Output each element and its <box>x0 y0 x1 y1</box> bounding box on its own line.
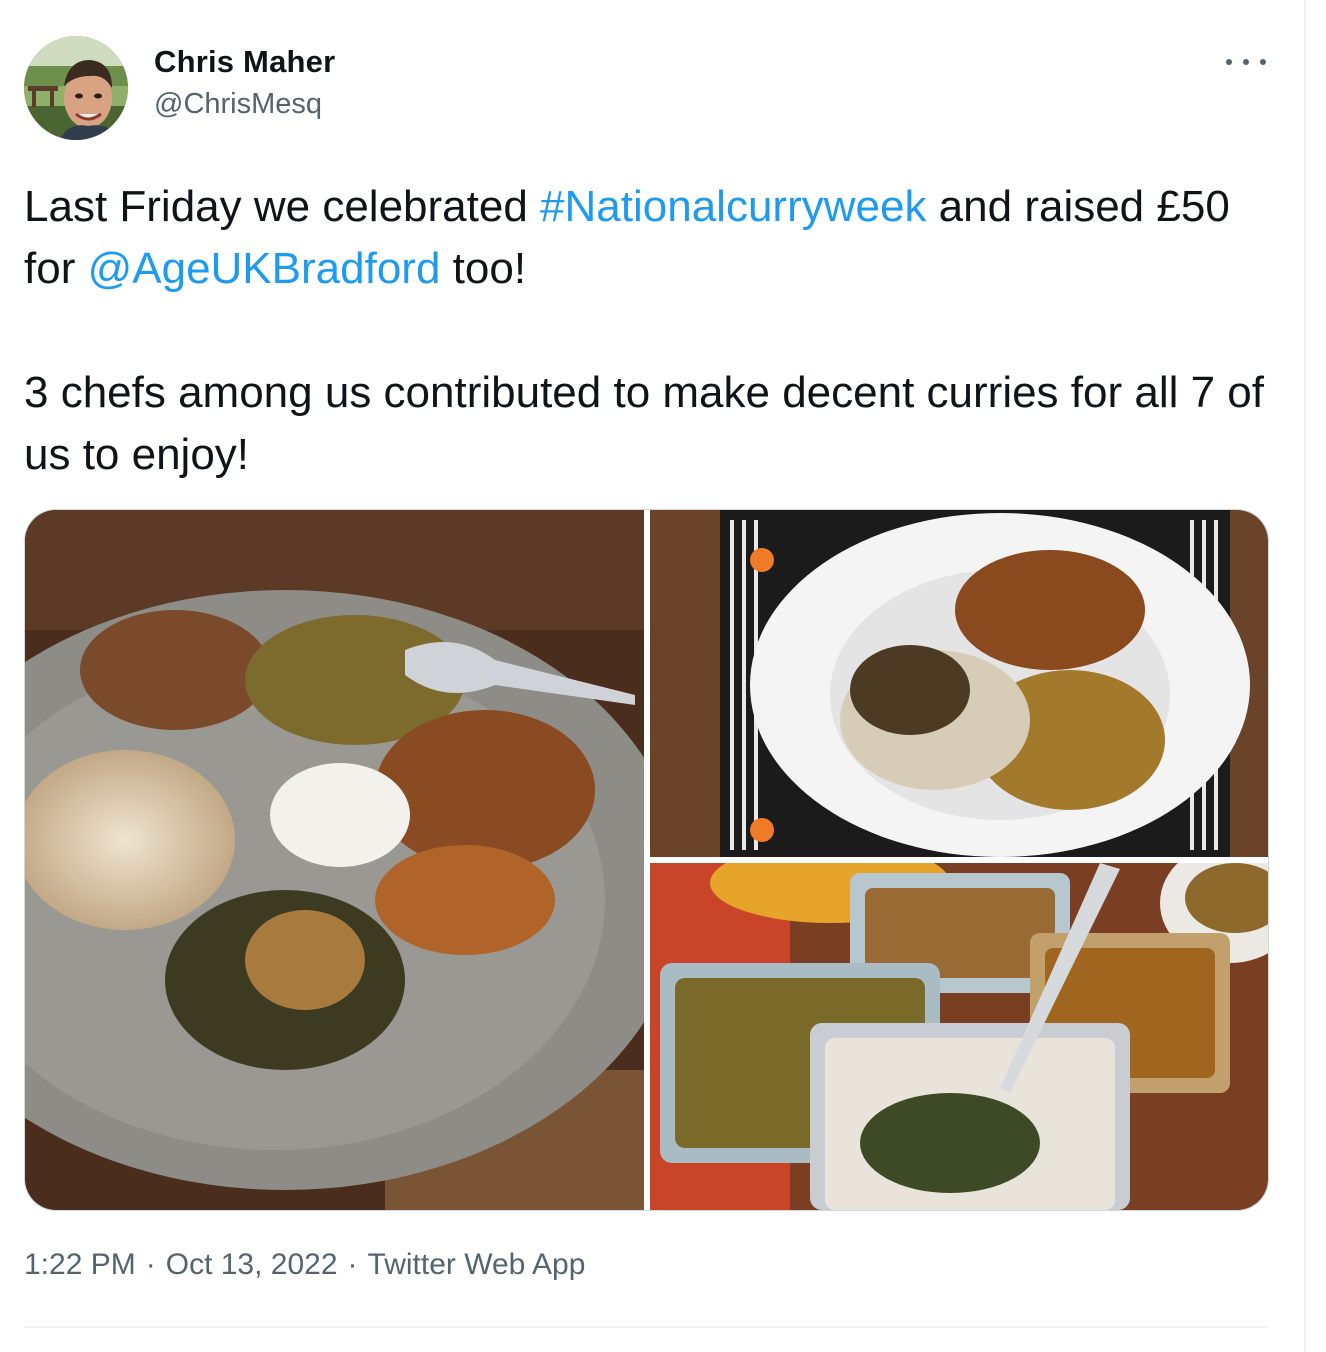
curry-bowl-image <box>650 510 1268 857</box>
tweet-time[interactable]: 1:22 PM <box>24 1248 136 1281</box>
more-dot <box>1243 59 1249 65</box>
more-dot <box>1226 59 1232 65</box>
tweet-source[interactable]: Twitter Web App <box>368 1248 586 1281</box>
hashtag-link[interactable]: #Nationalcurryweek <box>540 182 926 231</box>
media-photo-1[interactable] <box>25 510 644 1210</box>
author-handle[interactable]: @ChrisMesq <box>154 88 322 121</box>
avatar-photo <box>24 36 128 140</box>
media-photo-2[interactable] <box>650 510 1268 857</box>
tweet-text-segment: too! <box>440 244 527 293</box>
tweet-date[interactable]: Oct 13, 2022 <box>166 1248 338 1281</box>
curry-plate-image <box>25 510 644 1210</box>
mention-link[interactable]: @AgeUKBradford <box>88 244 441 293</box>
more-horizontal-icon[interactable] <box>1226 48 1266 76</box>
author-name[interactable]: Chris Maher <box>154 44 335 80</box>
tweet-text-segment: Last Friday we celebrated <box>24 182 541 231</box>
tweet-paragraph-2: 3 chefs among us contributed to make dec… <box>24 368 1264 479</box>
tweet-meta: 1:22 PM · Oct 13, 2022 · Twitter Web App <box>24 1248 585 1282</box>
tweet-text: Last Friday we celebrated #Nationalcurry… <box>24 176 1264 486</box>
meta-separator: · <box>347 1248 358 1281</box>
media-photo-3[interactable] <box>650 863 1268 1210</box>
curry-trays-image <box>650 863 1268 1210</box>
divider <box>24 1326 1267 1328</box>
media-grid <box>24 509 1269 1211</box>
tweet-paragraph-1: Last Friday we celebrated #Nationalcurry… <box>24 176 1264 300</box>
avatar[interactable] <box>24 36 128 140</box>
meta-separator: · <box>145 1248 156 1281</box>
column-divider <box>1304 0 1306 1352</box>
more-dot <box>1260 59 1266 65</box>
